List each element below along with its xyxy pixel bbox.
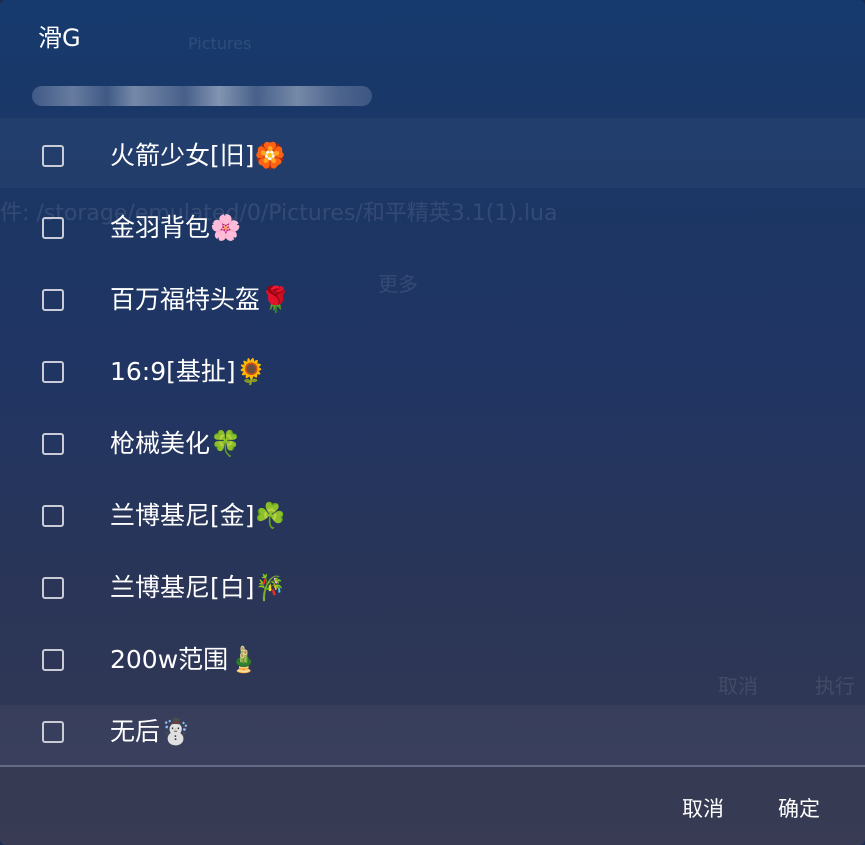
list-item[interactable]: 无后☃️ [0, 696, 865, 768]
item-label: 枪械美化🍀 [110, 429, 242, 458]
list-item[interactable]: 百万福特头盔🌹 [0, 264, 865, 336]
list-item[interactable]: 16:9[基扯]🌻 [0, 336, 865, 408]
blurred-subtitle [32, 86, 372, 106]
item-label: 无后☃️ [110, 717, 192, 746]
dialog-title: 滑G [38, 24, 81, 52]
item-label: 火箭少女[旧]🏵️ [110, 141, 286, 170]
item-label: 16:9[基扯]🌻 [110, 357, 267, 386]
list-item[interactable]: 枪械美化🍀 [0, 408, 865, 480]
checkbox[interactable] [42, 217, 64, 239]
list-item[interactable]: 金羽背包🌸 [0, 192, 865, 264]
checkbox[interactable] [42, 577, 64, 599]
list-item[interactable]: 兰博基尼[金]☘️ [0, 480, 865, 552]
select-dialog: Pictures 件: /storage/emulated/0/Pictures… [0, 0, 865, 845]
item-label: 兰博基尼[白]🎋 [110, 573, 286, 602]
checkbox[interactable] [42, 649, 64, 671]
item-label: 兰博基尼[金]☘️ [110, 501, 286, 530]
checkbox[interactable] [42, 721, 64, 743]
checkbox[interactable] [42, 433, 64, 455]
checkbox[interactable] [42, 505, 64, 527]
list-item[interactable]: 火箭少女[旧]🏵️ [0, 120, 865, 192]
confirm-button[interactable]: 确定 [778, 794, 820, 824]
background-tab-text: Pictures [188, 34, 252, 53]
list-item[interactable]: 兰博基尼[白]🎋 [0, 552, 865, 624]
checkbox[interactable] [42, 361, 64, 383]
checkbox[interactable] [42, 289, 64, 311]
list-item[interactable]: 200w范围🎍 [0, 624, 865, 696]
item-label: 百万福特头盔🌹 [110, 285, 292, 314]
dialog-footer [0, 767, 865, 845]
cancel-button[interactable]: 取消 [682, 794, 724, 824]
checkbox[interactable] [42, 145, 64, 167]
item-label: 200w范围🎍 [110, 645, 260, 674]
item-label: 金羽背包🌸 [110, 213, 242, 242]
